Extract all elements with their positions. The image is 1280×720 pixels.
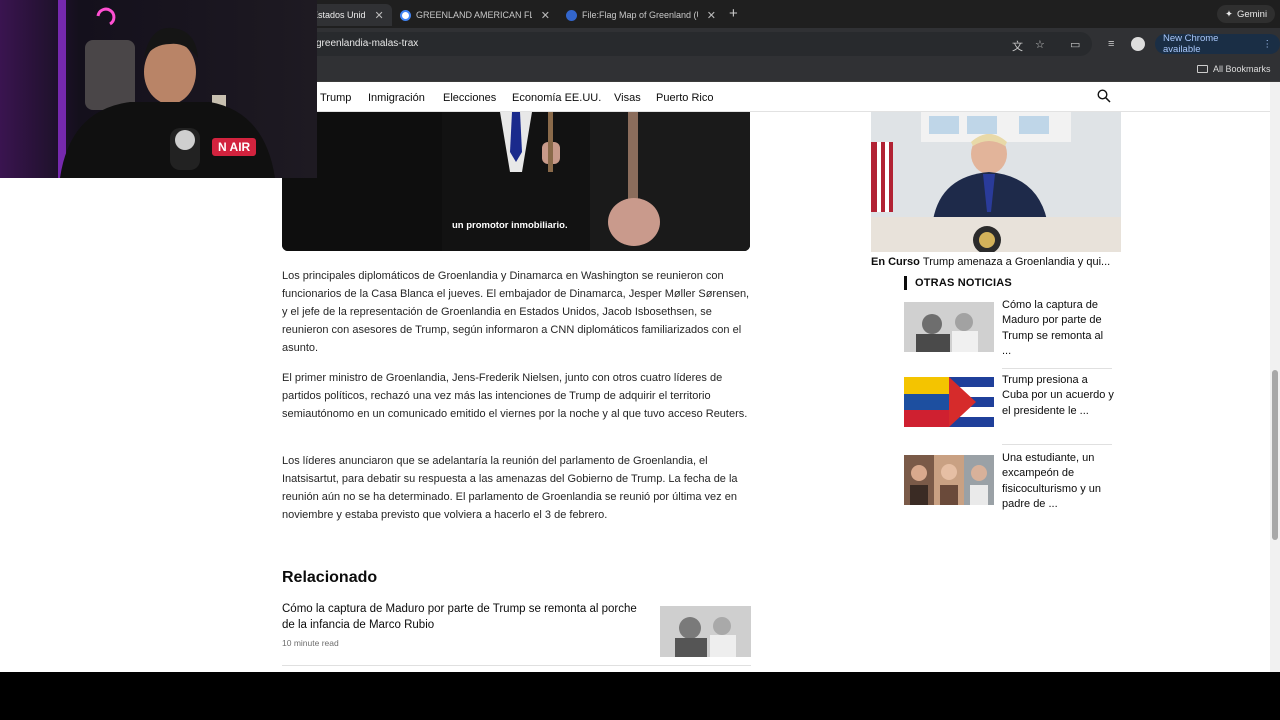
translate-icon[interactable]: 文 <box>1012 38 1023 54</box>
kebab-menu-icon[interactable]: ⋮ <box>1263 39 1273 50</box>
sparkle-icon: ✦ <box>1225 8 1233 20</box>
story-title: Cómo la captura de Maduro por parte de T… <box>1002 299 1104 357</box>
story-title: Una estudiante, un excampeón de fisicocu… <box>1002 452 1102 510</box>
hand-gavel-image <box>590 112 750 251</box>
nav-item-inmigracion[interactable]: Inmigración <box>368 92 425 104</box>
flags-thumbnail <box>904 377 994 427</box>
related-read-time: 10 minute read <box>282 638 339 648</box>
tab-title: File:Flag Map of Greenland (U <box>582 10 698 20</box>
divider <box>1002 444 1112 445</box>
tab-flag-map-greenland[interactable]: File:Flag Map of Greenland (U ✕ <box>560 4 722 26</box>
nav-item-puerto-rico[interactable]: Puerto Rico <box>656 92 713 104</box>
gemini-button[interactable]: ✦ Gemini <box>1217 5 1276 23</box>
article-paragraph: Los principales diplomáticos de Groenlan… <box>282 270 750 354</box>
all-bookmarks-label: All Bookmarks <box>1213 64 1271 74</box>
video-frame-right <box>590 112 750 251</box>
live-video-thumbnail[interactable] <box>871 112 1121 252</box>
three-people-thumbnail <box>904 455 994 505</box>
story-thumbnail <box>904 302 994 352</box>
all-bookmarks-button[interactable]: All Bookmarks <box>1197 64 1271 74</box>
tab-title: Estados Unid <box>312 10 366 20</box>
google-favicon-icon <box>400 9 411 21</box>
article-paragraph: El primer ministro de Groenlandia, Jens-… <box>282 372 748 420</box>
related-heading: Relacionado <box>282 569 378 586</box>
bookmark-star-icon[interactable]: ☆ <box>1035 38 1045 51</box>
close-tab-icon[interactable]: ✕ <box>707 9 716 22</box>
cast-icon[interactable]: ▭ <box>1070 38 1080 51</box>
reading-list-icon[interactable]: ≡ <box>1108 38 1114 50</box>
press-conference-image <box>871 112 1121 252</box>
folder-icon <box>1197 65 1208 73</box>
story-thumbnail <box>904 455 994 505</box>
webcam-overlay: N AIR <box>0 0 317 178</box>
streamer-webcam-image <box>0 0 317 178</box>
url-text[interactable]: greenlandia-malas-trax <box>316 38 418 49</box>
live-title: Trump amenaza a Groenlandia y qui... <box>922 256 1111 268</box>
video-caption: un promotor inmobiliario. <box>452 220 568 231</box>
search-icon[interactable] <box>1097 89 1111 103</box>
related-article-thumbnail[interactable] <box>660 606 751 657</box>
gemini-label: Gemini <box>1236 8 1268 20</box>
on-air-sign: N AIR <box>212 138 257 156</box>
story-title: Trump presiona a Cuba por un acuerdo y e… <box>1002 374 1114 417</box>
new-chrome-available-button[interactable]: New Chrome available ⋮ <box>1155 33 1280 55</box>
related-article-link[interactable]: Cómo la captura de Maduro por parte de T… <box>282 602 642 633</box>
nav-item-trump[interactable]: Trump <box>320 92 351 104</box>
divider <box>1002 368 1112 369</box>
close-tab-icon[interactable]: ✕ <box>541 9 550 22</box>
nav-item-economia[interactable]: Economía EE.UU. <box>512 92 601 104</box>
article-paragraph: Los líderes anunciaron que se adelantarí… <box>282 455 738 521</box>
tab-estados-unidos[interactable]: Estados Unid ✕ <box>306 4 392 26</box>
story-thumbnail <box>904 377 994 427</box>
nav-item-elecciones[interactable]: Elecciones <box>443 92 496 104</box>
otras-noticias-heading: OTRAS NOTICIAS <box>904 276 1012 290</box>
scrollbar-thumb[interactable] <box>1272 370 1278 540</box>
article-video[interactable]: un promotor inmobiliario. <box>282 112 750 251</box>
close-tab-icon[interactable]: ✕ <box>375 9 384 22</box>
nav-item-visas[interactable]: Visas <box>614 92 641 104</box>
live-headline[interactable]: En Curso Trump amenaza a Groenlandia y qu… <box>871 256 1123 268</box>
photo-thumbnail <box>660 606 751 657</box>
new-tab-button[interactable]: + <box>729 5 738 22</box>
new-chrome-label: New Chrome available <box>1163 33 1219 55</box>
tab-title: GREENLAND AMERICAN FLA <box>416 10 532 20</box>
address-bar[interactable] <box>300 32 1092 56</box>
live-label: En Curso <box>871 256 920 268</box>
tab-greenland-american-flag[interactable]: GREENLAND AMERICAN FLA ✕ <box>394 4 556 26</box>
profile-avatar-icon[interactable] <box>1131 37 1145 51</box>
wikimedia-favicon-icon <box>566 9 577 21</box>
divider <box>282 665 751 666</box>
photo-thumbnail <box>904 302 994 352</box>
page-scrollbar[interactable] <box>1270 82 1280 672</box>
